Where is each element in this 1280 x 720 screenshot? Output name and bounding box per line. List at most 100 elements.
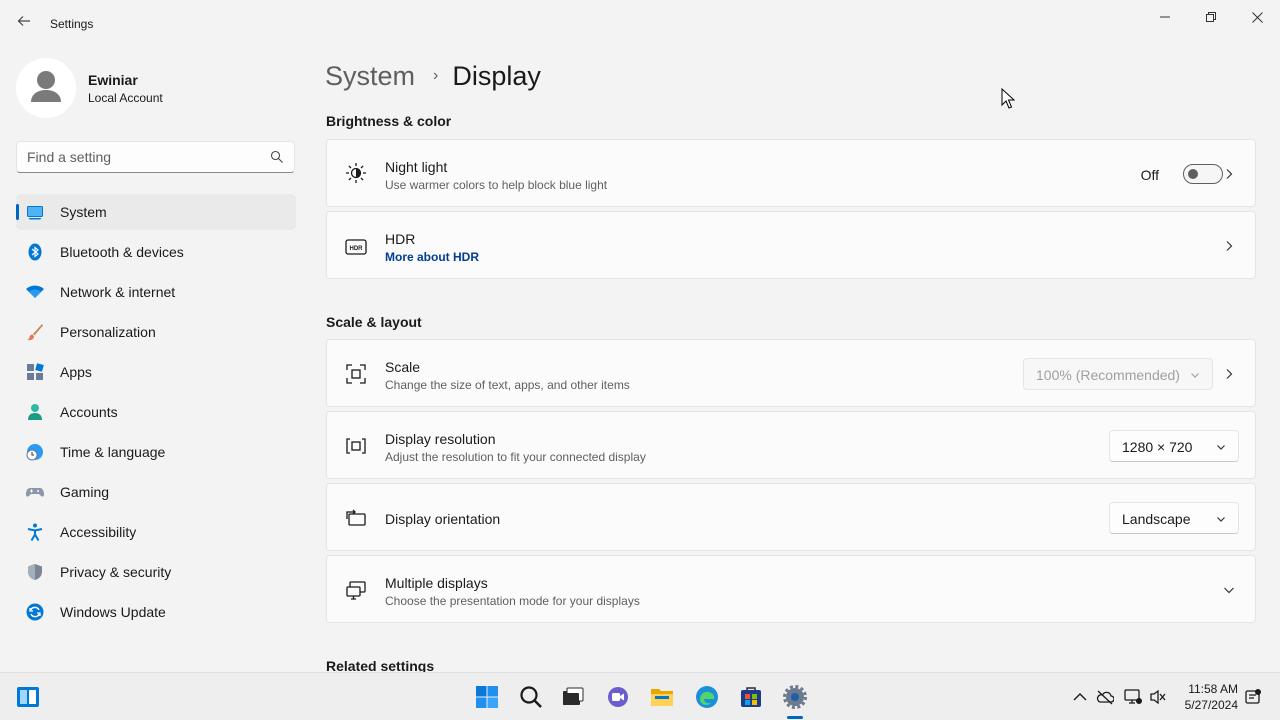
sidebar-item-label: Gaming — [60, 484, 110, 500]
sidebar-item-gaming[interactable]: Gaming — [16, 474, 296, 510]
apps-icon — [27, 363, 44, 380]
close-icon — [1251, 11, 1263, 23]
minimize-button[interactable] — [1150, 6, 1180, 28]
section-scale-layout: Scale & layout — [326, 314, 422, 330]
sidebar-item-label: Accounts — [60, 404, 118, 420]
chevron-up-icon[interactable] — [1071, 688, 1089, 706]
multiple-displays-icon — [346, 581, 366, 600]
widgets-icon[interactable] — [16, 685, 40, 709]
orientation-dropdown-value: Landscape — [1122, 511, 1191, 527]
multiple-displays-title: Multiple displays — [385, 575, 488, 591]
start-icon[interactable] — [475, 685, 499, 709]
onedrive-icon[interactable] — [1096, 688, 1114, 706]
sidebar-item-label: Time & language — [60, 444, 166, 460]
active-app-indicator — [787, 716, 803, 719]
section-brightness-color: Brightness & color — [326, 113, 452, 129]
night-light-card[interactable]: Night light Use warmer colors to help bl… — [326, 139, 1256, 207]
file-explorer-icon[interactable] — [650, 685, 674, 709]
night-light-toggle-state: Off — [1140, 167, 1159, 183]
chevron-down-icon — [1217, 445, 1225, 450]
chat-icon[interactable] — [606, 685, 630, 709]
sidebar-item-label: Personalization — [60, 324, 156, 340]
breadcrumb-parent[interactable]: System — [325, 61, 415, 92]
resolution-icon — [346, 438, 366, 454]
sidebar-item-time-language[interactable]: Time & language — [16, 434, 296, 470]
sidebar-item-windows-update[interactable]: Windows Update — [16, 594, 296, 630]
sidebar-item-label: Apps — [60, 364, 92, 380]
night-light-toggle[interactable] — [1183, 164, 1223, 184]
breadcrumb-separator: › — [433, 67, 439, 84]
sidebar-item-bluetooth[interactable]: Bluetooth & devices — [16, 234, 296, 270]
close-button[interactable] — [1242, 6, 1272, 28]
search-icon[interactable] — [270, 150, 284, 164]
chevron-down-icon[interactable] — [1223, 584, 1235, 596]
store-icon[interactable] — [739, 685, 763, 709]
night-light-title: Night light — [385, 159, 448, 175]
resolution-card[interactable]: Display resolution Adjust the resolution… — [326, 411, 1256, 479]
orientation-dropdown[interactable]: Landscape — [1109, 502, 1239, 534]
breadcrumb: System › Display — [325, 58, 541, 94]
search-icon[interactable] — [519, 685, 543, 709]
time-language-icon — [26, 444, 43, 461]
network-icon[interactable] — [1124, 688, 1142, 706]
sidebar-item-apps[interactable]: Apps — [16, 354, 296, 390]
multiple-displays-card[interactable]: Multiple displays Choose the presentatio… — [326, 555, 1256, 623]
sidebar-item-label: Accessibility — [60, 524, 137, 540]
sidebar-item-label: Windows Update — [60, 604, 166, 620]
hdr-more-link[interactable]: More about HDR — [385, 250, 479, 264]
orientation-card[interactable]: Display orientation Landscape — [326, 483, 1256, 551]
restore-icon — [1206, 12, 1216, 22]
night-light-subtitle: Use warmer colors to help block blue lig… — [385, 178, 608, 192]
bluetooth-icon — [28, 243, 42, 261]
accounts-icon — [28, 404, 42, 420]
search-input[interactable] — [27, 149, 257, 165]
resolution-dropdown-value: 1280 × 720 — [1122, 439, 1193, 455]
sidebar-item-privacy[interactable]: Privacy & security — [16, 554, 296, 590]
volume-icon[interactable] — [1149, 688, 1167, 706]
scale-card[interactable]: Scale Change the size of text, apps, and… — [326, 339, 1256, 407]
page-title: Display — [452, 60, 541, 91]
sidebar-item-label: Network & internet — [60, 284, 176, 300]
sidebar-item-accounts[interactable]: Accounts — [16, 394, 296, 430]
accessibility-icon — [27, 523, 43, 541]
taskbar-date[interactable]: 5/27/2024 — [1178, 698, 1238, 712]
gamepad-icon — [26, 488, 44, 497]
chevron-right-icon — [1226, 369, 1233, 379]
account-header[interactable]: Ewiniar Local Account — [16, 58, 296, 118]
hdr-title: HDR — [385, 231, 416, 247]
scale-subtitle: Change the size of text, apps, and other… — [385, 378, 630, 392]
search-box[interactable] — [16, 141, 295, 173]
restore-button[interactable] — [1196, 6, 1226, 28]
chevron-right-icon — [1226, 169, 1233, 179]
edge-icon[interactable] — [695, 685, 719, 709]
brightness-icon — [346, 163, 366, 183]
sidebar-nav: System Bluetooth & devices Network & int… — [16, 194, 296, 634]
toggle-knob — [1188, 169, 1198, 179]
resolution-dropdown[interactable]: 1280 × 720 — [1109, 430, 1239, 462]
account-type: Local Account — [88, 91, 163, 105]
sidebar-item-label: System — [60, 204, 107, 220]
sidebar-item-accessibility[interactable]: Accessibility — [16, 514, 296, 550]
multiple-displays-subtitle: Choose the presentation mode for your di… — [385, 594, 640, 608]
sidebar-item-network[interactable]: Network & internet — [16, 274, 296, 310]
scale-dropdown[interactable]: 100% (Recommended) — [1023, 358, 1213, 390]
shield-icon — [28, 564, 42, 580]
scale-icon — [346, 364, 366, 384]
task-view-icon[interactable] — [561, 685, 585, 709]
svg-text:HDR: HDR — [350, 246, 364, 252]
sidebar-item-system[interactable]: System — [16, 194, 296, 230]
hdr-card[interactable]: HDR HDR More about HDR — [326, 211, 1256, 279]
windows-update-icon — [26, 603, 44, 621]
mouse-cursor-icon — [1001, 88, 1015, 109]
chevron-right-icon — [1226, 241, 1233, 251]
taskbar-time[interactable]: 11:58 AM — [1188, 682, 1238, 696]
chevron-down-icon — [1217, 517, 1225, 522]
sidebar-item-personalization[interactable]: Personalization — [16, 314, 296, 350]
sidebar-item-label: Bluetooth & devices — [60, 244, 184, 260]
back-button[interactable] — [14, 14, 34, 34]
chevron-down-icon — [1191, 373, 1199, 378]
notification-icon[interactable] — [1244, 688, 1262, 706]
settings-icon[interactable] — [783, 685, 807, 709]
app-title: Settings — [50, 17, 94, 31]
system-icon — [27, 206, 43, 220]
